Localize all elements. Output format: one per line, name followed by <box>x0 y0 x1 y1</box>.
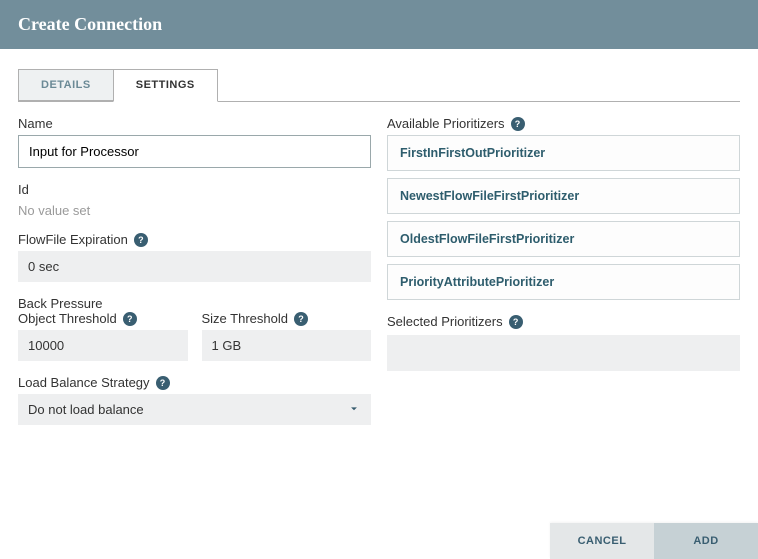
available-prioritizers-label-text: Available Prioritizers <box>387 116 505 131</box>
size-threshold-label-text: Size Threshold <box>202 311 288 326</box>
flowfile-expiration-field: FlowFile Expiration ? <box>18 232 371 282</box>
left-column: Name Id No value set FlowFile Expiration… <box>18 116 371 439</box>
flowfile-expiration-input[interactable] <box>18 251 371 282</box>
object-threshold-field: Object Threshold ? <box>18 311 188 361</box>
tab-settings[interactable]: SETTINGS <box>113 69 218 102</box>
help-icon[interactable]: ? <box>123 312 137 326</box>
prioritizer-item[interactable]: OldestFlowFileFirstPrioritizer <box>387 221 740 257</box>
help-icon[interactable]: ? <box>156 376 170 390</box>
selected-prioritizers-label: Selected Prioritizers ? <box>387 314 740 329</box>
size-threshold-field: Size Threshold ? <box>202 311 372 361</box>
help-icon[interactable]: ? <box>294 312 308 326</box>
object-threshold-input[interactable] <box>18 330 188 361</box>
load-balance-value[interactable] <box>18 394 371 425</box>
dialog-header: Create Connection <box>0 0 758 49</box>
flowfile-expiration-label: FlowFile Expiration ? <box>18 232 371 247</box>
help-icon[interactable]: ? <box>509 315 523 329</box>
right-column: Available Prioritizers ? FirstInFirstOut… <box>387 116 740 439</box>
cancel-button[interactable]: CANCEL <box>550 523 654 559</box>
id-field: Id No value set <box>18 182 371 218</box>
size-threshold-input[interactable] <box>202 330 372 361</box>
flowfile-expiration-label-text: FlowFile Expiration <box>18 232 128 247</box>
settings-panel: Name Id No value set FlowFile Expiration… <box>18 102 740 439</box>
help-icon[interactable]: ? <box>511 117 525 131</box>
prioritizer-item[interactable]: PriorityAttributePrioritizer <box>387 264 740 300</box>
load-balance-select[interactable] <box>18 394 371 425</box>
tab-details[interactable]: DETAILS <box>18 69 114 101</box>
dialog-footer: CANCEL ADD <box>550 523 758 559</box>
available-prioritizers-label: Available Prioritizers ? <box>387 116 740 131</box>
load-balance-label: Load Balance Strategy ? <box>18 375 371 390</box>
selected-prioritizers-field: Selected Prioritizers ? <box>387 314 740 371</box>
name-label: Name <box>18 116 371 131</box>
load-balance-field: Load Balance Strategy ? <box>18 375 371 425</box>
dialog-title: Create Connection <box>18 14 162 34</box>
help-icon[interactable]: ? <box>134 233 148 247</box>
size-threshold-label: Size Threshold ? <box>202 311 372 326</box>
available-prioritizers-field: Available Prioritizers ? FirstInFirstOut… <box>387 116 740 300</box>
selected-prioritizers-label-text: Selected Prioritizers <box>387 314 503 329</box>
object-threshold-label-text: Object Threshold <box>18 311 117 326</box>
id-label: Id <box>18 182 371 197</box>
load-balance-label-text: Load Balance Strategy <box>18 375 150 390</box>
tabs: DETAILS SETTINGS <box>18 69 740 102</box>
back-pressure-field: Back Pressure Object Threshold ? Size Th… <box>18 296 371 361</box>
prioritizer-item[interactable]: NewestFlowFileFirstPrioritizer <box>387 178 740 214</box>
add-button[interactable]: ADD <box>654 523 758 559</box>
selected-prioritizers-dropzone[interactable] <box>387 335 740 371</box>
id-value: No value set <box>18 201 371 218</box>
prioritizer-item[interactable]: FirstInFirstOutPrioritizer <box>387 135 740 171</box>
object-threshold-label: Object Threshold ? <box>18 311 188 326</box>
name-input[interactable] <box>18 135 371 168</box>
name-field: Name <box>18 116 371 168</box>
available-prioritizers-list: FirstInFirstOutPrioritizer NewestFlowFil… <box>387 135 740 300</box>
dialog-body: DETAILS SETTINGS Name Id No value set Fl… <box>0 49 758 453</box>
back-pressure-label: Back Pressure <box>18 296 371 311</box>
